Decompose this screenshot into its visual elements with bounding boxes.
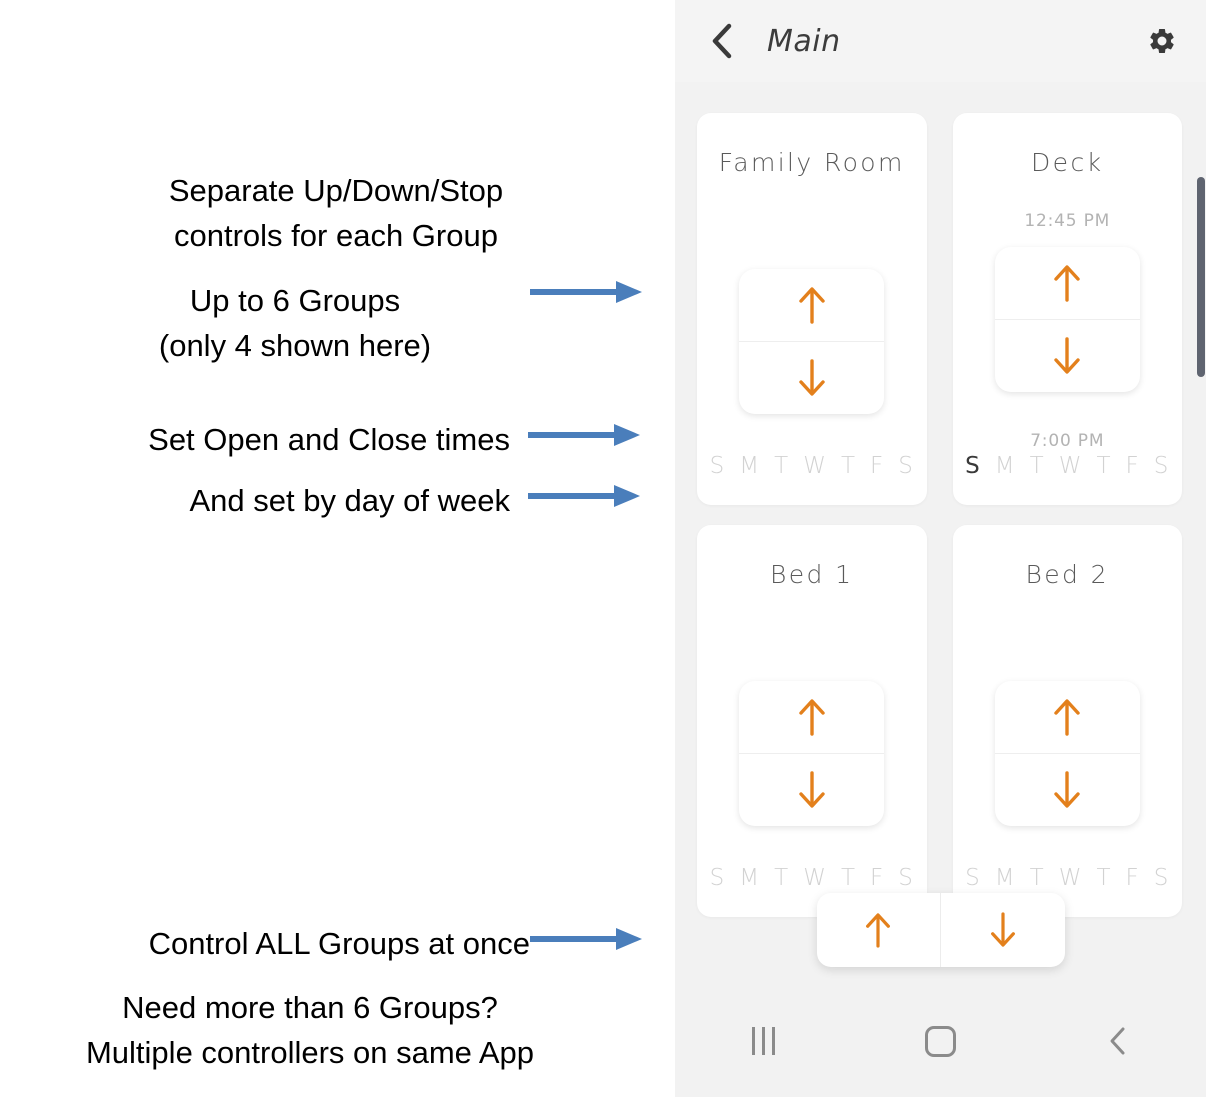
arrow-down-icon	[799, 771, 825, 808]
day-toggle[interactable]: F	[870, 865, 884, 891]
day-toggle[interactable]: S	[1154, 865, 1170, 891]
screenshot-root: Separate Up/Down/Stop controls for each …	[0, 0, 1206, 1097]
day-toggle[interactable]: S	[965, 453, 981, 479]
updown-control	[739, 269, 885, 414]
day-toggle[interactable]: F	[1126, 453, 1140, 479]
annotation-panel: Separate Up/Down/Stop controls for each …	[0, 0, 675, 1097]
group-up-button[interactable]	[739, 269, 884, 341]
day-toggle[interactable]: W	[1059, 453, 1083, 479]
annotation-separate-controls: Separate Up/Down/Stop controls for each …	[168, 173, 504, 253]
back-chevron-icon[interactable]	[1082, 1011, 1154, 1071]
group-down-button[interactable]	[994, 319, 1140, 392]
arrow-up-icon	[1054, 265, 1080, 302]
all-groups-up-button[interactable]	[817, 893, 941, 967]
day-selector: S M T W T F S	[965, 453, 1169, 479]
day-toggle[interactable]: W	[803, 453, 827, 479]
app-header: Main	[675, 0, 1206, 82]
android-navbar	[675, 985, 1206, 1097]
group-title: Bed 1	[770, 560, 854, 589]
day-toggle[interactable]: S	[898, 453, 914, 479]
day-toggle[interactable]: T	[841, 865, 856, 891]
home-icon[interactable]	[905, 1011, 977, 1071]
day-toggle[interactable]: T	[1030, 453, 1045, 479]
recents-icon[interactable]	[728, 1011, 800, 1071]
day-toggle[interactable]: S	[710, 865, 726, 891]
updown-control	[994, 247, 1140, 392]
arrow-up-icon	[799, 287, 825, 324]
group-down-button[interactable]	[739, 341, 885, 414]
gear-icon[interactable]	[1144, 23, 1180, 59]
day-selector: S M T W T F S	[965, 865, 1169, 891]
annotation-control-all-groups: Control ALL Groups at once	[148, 926, 530, 961]
day-toggle[interactable]: T	[1096, 453, 1111, 479]
groups-container: Family Room S M T W T F S Deck 12:45 PM …	[675, 82, 1206, 985]
group-up-button[interactable]	[995, 681, 1140, 753]
day-toggle[interactable]: T	[774, 453, 789, 479]
updown-control	[994, 681, 1140, 826]
day-toggle[interactable]: S	[898, 865, 914, 891]
day-toggle[interactable]: M	[995, 865, 1016, 891]
day-toggle[interactable]: M	[739, 865, 760, 891]
day-toggle[interactable]: T	[1096, 865, 1111, 891]
chevron-left-icon[interactable]	[705, 23, 739, 59]
arrow-up-icon	[866, 913, 891, 948]
all-groups-down-button[interactable]	[940, 893, 1065, 967]
group-down-button[interactable]	[739, 753, 885, 826]
day-toggle[interactable]: S	[965, 865, 981, 891]
updown-control	[739, 681, 885, 826]
pointer-arrow-icon	[528, 482, 640, 512]
pointer-arrow-icon	[530, 925, 642, 955]
group-card-bed-1[interactable]: Bed 1 S M T W T F S	[697, 525, 927, 917]
group-title: Deck	[1031, 148, 1104, 177]
day-toggle[interactable]: M	[995, 453, 1016, 479]
group-card-deck[interactable]: Deck 12:45 PM 7:00 PM S M T W T F S	[952, 113, 1182, 505]
group-up-button[interactable]	[739, 681, 884, 753]
arrow-down-icon	[799, 359, 825, 396]
group-title: Family Room	[718, 148, 905, 177]
group-card-grid: Family Room S M T W T F S Deck 12:45 PM …	[697, 113, 1182, 917]
day-selector: S M T W T F S	[710, 865, 914, 891]
day-toggle[interactable]: W	[1059, 865, 1083, 891]
day-toggle[interactable]: F	[1126, 865, 1140, 891]
open-time-label[interactable]: 12:45 PM	[1024, 211, 1110, 233]
day-toggle[interactable]: T	[1030, 865, 1045, 891]
annotation-set-times: Set Open and Close times	[148, 422, 510, 457]
group-down-button[interactable]	[994, 753, 1140, 826]
phone-screen: Main Family Room S M T W T F S Deck 12:4…	[675, 0, 1206, 1097]
arrow-up-icon	[799, 699, 825, 736]
scrollbar-thumb[interactable]	[1197, 177, 1205, 377]
annotation-more-than-6-groups: Need more than 6 Groups? Multiple contro…	[85, 990, 534, 1070]
arrow-down-icon	[1054, 771, 1080, 808]
annotation-set-day-of-week: And set by day of week	[189, 483, 510, 518]
day-selector: S M T W T F S	[710, 453, 914, 479]
close-time-label[interactable]: 7:00 PM	[1030, 431, 1104, 453]
day-toggle[interactable]: F	[870, 453, 884, 479]
day-toggle[interactable]: M	[739, 453, 760, 479]
arrow-up-icon	[1054, 699, 1080, 736]
all-groups-control	[816, 893, 1065, 967]
day-toggle[interactable]: T	[841, 453, 856, 479]
day-toggle[interactable]: S	[710, 453, 726, 479]
annotation-up-to-6-groups: Up to 6 Groups (only 4 shown here)	[158, 283, 432, 363]
group-card-family-room[interactable]: Family Room S M T W T F S	[697, 113, 927, 505]
pointer-arrow-icon	[528, 421, 640, 451]
arrow-down-icon	[1054, 337, 1080, 374]
page-title: Main	[767, 23, 841, 59]
scrollbar-track[interactable]	[1197, 82, 1206, 903]
day-toggle[interactable]: S	[1154, 453, 1170, 479]
day-toggle[interactable]: W	[803, 865, 827, 891]
day-toggle[interactable]: T	[774, 865, 789, 891]
group-title: Bed 2	[1025, 560, 1109, 589]
group-up-button[interactable]	[995, 247, 1140, 319]
group-card-bed-2[interactable]: Bed 2 S M T W T F S	[952, 525, 1182, 917]
arrow-down-icon	[990, 912, 1015, 947]
pointer-arrow-icon	[530, 278, 642, 308]
